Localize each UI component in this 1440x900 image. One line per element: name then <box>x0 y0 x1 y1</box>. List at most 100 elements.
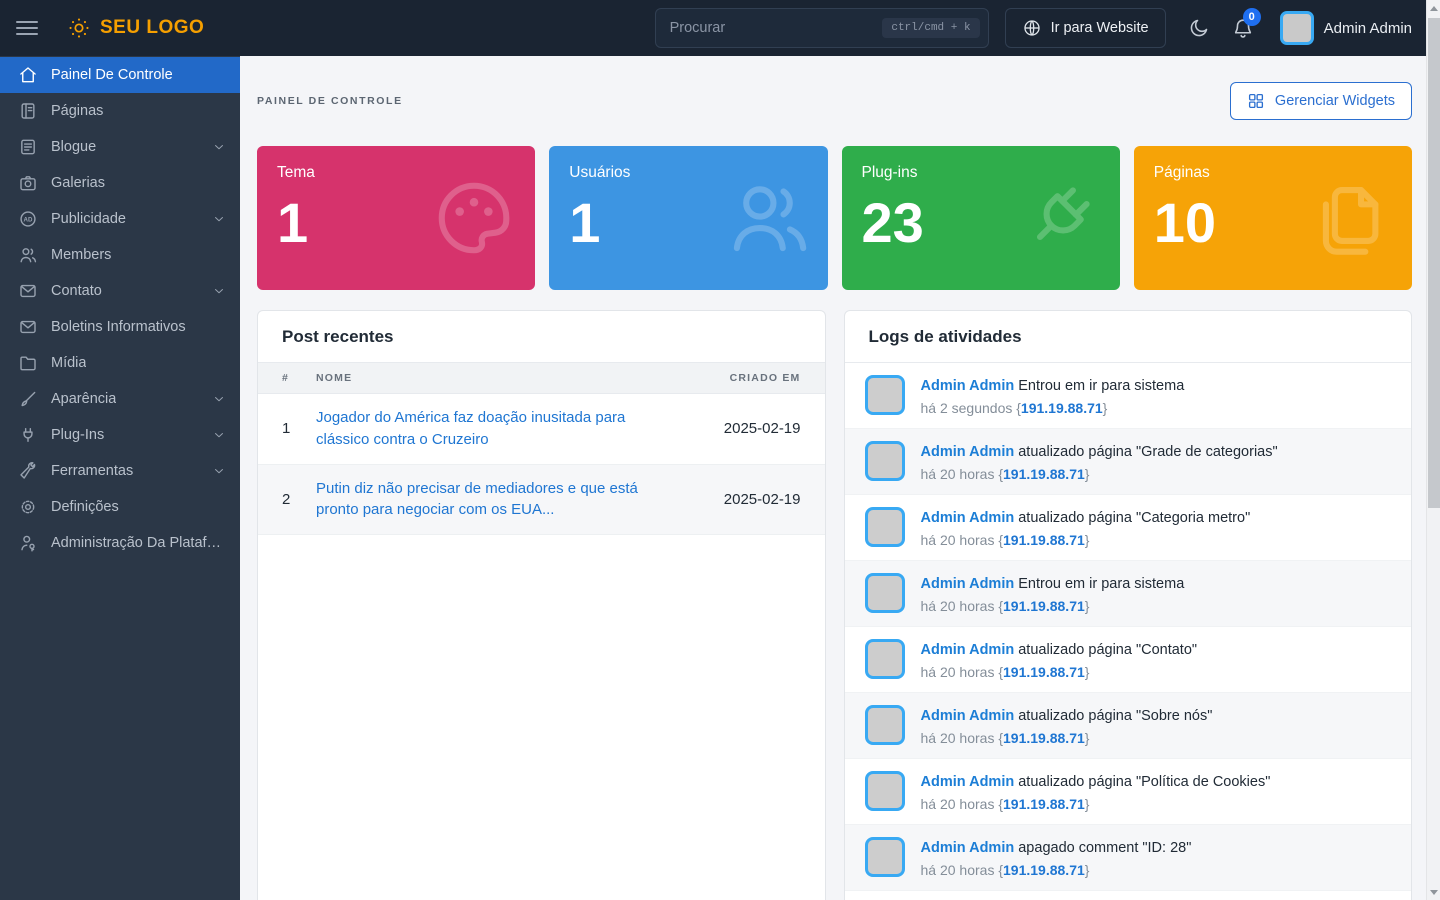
user-avatar[interactable] <box>1280 11 1314 45</box>
sidebar-item-label: Ferramentas <box>51 463 133 479</box>
log-action-text: Admin Admin atualizado página "Política … <box>921 772 1271 793</box>
page-scrollbar[interactable] <box>1426 0 1440 900</box>
sidebar-item-plug-ins[interactable]: Plug-Ins <box>0 417 240 453</box>
log-ip-link[interactable]: 191.19.88.71 <box>1003 664 1085 680</box>
sidebar-item-administracao-da-plataforma[interactable]: Administração Da Platafo... <box>0 525 240 561</box>
brush-icon <box>18 389 38 409</box>
svg-text:AD: AD <box>24 216 33 223</box>
folder-icon <box>18 353 38 373</box>
search-box[interactable]: ctrl/cmd + k <box>655 8 989 48</box>
search-input[interactable] <box>670 20 875 36</box>
chevron-down-icon <box>212 140 226 154</box>
sidebar-nav: Painel De Controle Páginas Blogue Galeri… <box>0 56 240 900</box>
pages-icon <box>18 101 38 121</box>
activity-logs-list: Admin Admin Entrou em ir para sistema há… <box>845 362 1412 900</box>
log-user-link[interactable]: Admin Admin <box>921 510 1015 526</box>
sidebar-item-galerias[interactable]: Galerias <box>0 165 240 201</box>
copies-icon <box>1308 175 1394 261</box>
sidebar-item-definicoes[interactable]: Definições <box>0 489 240 525</box>
post-created-date: 2025-02-19 <box>691 420 801 437</box>
sun-logo-icon <box>66 15 92 41</box>
log-ip-link[interactable]: 191.19.88.71 <box>1003 532 1085 548</box>
brand-logo[interactable]: SEU LOGO <box>66 15 204 41</box>
stat-card-plug-ins[interactable]: Plug-ins 23 <box>842 146 1120 290</box>
log-ip-link[interactable]: 191.19.88.71 <box>1003 598 1085 614</box>
log-ip-link[interactable]: 191.19.88.71 <box>1021 400 1103 416</box>
gear-icon <box>18 497 38 517</box>
scrollbar-up-arrow-icon[interactable] <box>1427 0 1440 16</box>
log-meta: há 20 horas {191.19.88.71} <box>921 664 1198 680</box>
sidebar-item-label: Contato <box>51 283 102 299</box>
log-user-avatar[interactable] <box>865 375 905 415</box>
activity-log-item: Admin Admin apagado comment "ID: 27" há … <box>845 891 1412 900</box>
log-user-avatar[interactable] <box>865 507 905 547</box>
log-user-avatar[interactable] <box>865 771 905 811</box>
admin-app: SEU LOGO ctrl/cmd + k Ir para Website 0 … <box>0 0 1426 900</box>
log-user-avatar[interactable] <box>865 705 905 745</box>
plug-icon <box>18 425 38 445</box>
post-link[interactable]: Jogador do América faz doação inusitada … <box>316 407 691 451</box>
log-ip-link[interactable]: 191.19.88.71 <box>1003 862 1085 878</box>
user-name: Admin Admin <box>1324 20 1412 37</box>
scrollbar-thumb[interactable] <box>1428 18 1440 508</box>
stat-card-usuarios[interactable]: Usuários 1 <box>549 146 827 290</box>
sidebar-item-label: Mídia <box>51 355 86 371</box>
chevron-down-icon <box>212 428 226 442</box>
log-user-link[interactable]: Admin Admin <box>921 576 1015 592</box>
posts-table-header: # NOME CRIADO EM <box>258 362 825 394</box>
log-user-link[interactable]: Admin Admin <box>921 774 1015 790</box>
log-user-avatar[interactable] <box>865 441 905 481</box>
sidebar-item-label: Plug-Ins <box>51 427 104 443</box>
log-user-avatar[interactable] <box>865 573 905 613</box>
stat-cards: Tema 1 Usuários 1 Plug-ins 23 Páginas 10 <box>257 146 1412 290</box>
log-action-text: Admin Admin atualizado página "Grade de … <box>921 442 1278 463</box>
log-user-link[interactable]: Admin Admin <box>921 642 1015 658</box>
sidebar-item-aparencia[interactable]: Aparência <box>0 381 240 417</box>
log-user-avatar[interactable] <box>865 639 905 679</box>
log-user-link[interactable]: Admin Admin <box>921 378 1015 394</box>
log-ip-link[interactable]: 191.19.88.71 <box>1003 730 1085 746</box>
sidebar-item-midia[interactable]: Mídia <box>0 345 240 381</box>
log-user-link[interactable]: Admin Admin <box>921 708 1015 724</box>
log-action-text: Admin Admin atualizado página "Sobre nós… <box>921 706 1213 727</box>
log-user-avatar[interactable] <box>865 837 905 877</box>
sidebar-item-label: Painel De Controle <box>51 67 173 83</box>
log-user-link[interactable]: Admin Admin <box>921 444 1015 460</box>
sidebar-item-painel-de-controle[interactable]: Painel De Controle <box>0 57 240 93</box>
sidebar-item-contato[interactable]: Contato <box>0 273 240 309</box>
sidebar-item-label: Boletins Informativos <box>51 319 186 335</box>
menu-toggle-icon[interactable] <box>16 21 38 35</box>
blog-icon <box>18 137 38 157</box>
log-meta: há 20 horas {191.19.88.71} <box>921 598 1185 614</box>
notifications-badge: 0 <box>1243 8 1261 26</box>
post-row: 2 Putin diz não precisar de mediadores e… <box>258 465 825 536</box>
chevron-down-icon <box>212 212 226 226</box>
post-link[interactable]: Putin diz não precisar de mediadores e q… <box>316 478 691 522</box>
activity-log-item: Admin Admin atualizado página "Política … <box>845 759 1412 825</box>
sidebar-item-ferramentas[interactable]: Ferramentas <box>0 453 240 489</box>
breadcrumb: PAINEL DE CONTROLE <box>257 95 403 107</box>
go-to-website-button[interactable]: Ir para Website <box>1005 8 1166 48</box>
post-number: 1 <box>282 420 316 437</box>
log-ip-link[interactable]: 191.19.88.71 <box>1003 466 1085 482</box>
sidebar-item-blogue[interactable]: Blogue <box>0 129 240 165</box>
log-meta: há 20 horas {191.19.88.71} <box>921 730 1213 746</box>
post-row: 1 Jogador do América faz doação inusitad… <box>258 394 825 465</box>
notifications-button[interactable]: 0 <box>1232 17 1254 39</box>
log-ip-link[interactable]: 191.19.88.71 <box>1003 796 1085 812</box>
scrollbar-down-arrow-icon[interactable] <box>1427 884 1440 900</box>
sidebar-item-paginas[interactable]: Páginas <box>0 93 240 129</box>
manage-widgets-button[interactable]: Gerenciar Widgets <box>1230 82 1412 120</box>
dark-mode-toggle[interactable] <box>1188 17 1210 39</box>
activity-log-item: Admin Admin Entrou em ir para sistema há… <box>845 561 1412 627</box>
log-user-link[interactable]: Admin Admin <box>921 840 1015 856</box>
stat-card-tema[interactable]: Tema 1 <box>257 146 535 290</box>
stat-card-paginas[interactable]: Páginas 10 <box>1134 146 1412 290</box>
sidebar-item-label: Aparência <box>51 391 116 407</box>
sidebar-item-publicidade[interactable]: AD Publicidade <box>0 201 240 237</box>
log-meta: há 2 segundos {191.19.88.71} <box>921 400 1185 416</box>
log-action-text: Admin Admin atualizado página "Contato" <box>921 640 1198 661</box>
sidebar-item-members[interactable]: Members <box>0 237 240 273</box>
sidebar-item-boletins-informativos[interactable]: Boletins Informativos <box>0 309 240 345</box>
users-icon <box>18 245 38 265</box>
